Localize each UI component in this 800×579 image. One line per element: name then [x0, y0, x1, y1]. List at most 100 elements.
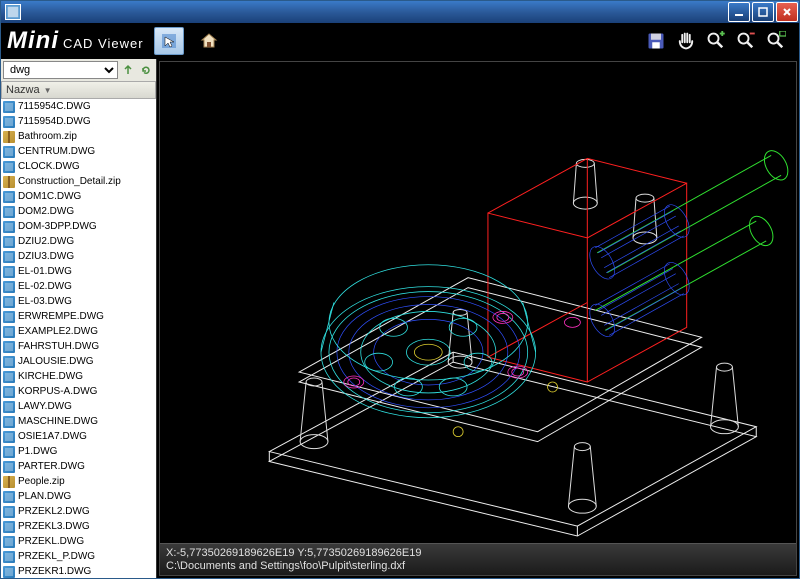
file-item[interactable]: JALOUSIE.DWG — [1, 354, 156, 369]
file-item[interactable]: EL-01.DWG — [1, 264, 156, 279]
file-item[interactable]: CENTRUM.DWG — [1, 144, 156, 159]
file-item[interactable]: KORPUS-A.DWG — [1, 384, 156, 399]
file-item[interactable]: DOM2.DWG — [1, 204, 156, 219]
file-label: DOM2.DWG — [18, 206, 74, 217]
dwg-icon — [3, 566, 15, 578]
viewport: X:-5,77350269189626E19 Y:5,7735026918962… — [159, 61, 797, 576]
cad-canvas[interactable] — [160, 62, 796, 543]
file-label: KORPUS-A.DWG — [18, 386, 97, 397]
file-item[interactable]: PRZEKL2.DWG — [1, 504, 156, 519]
dwg-icon — [3, 371, 15, 383]
file-item[interactable]: PRZEKL_P.DWG — [1, 549, 156, 564]
brand-sub: CAD Viewer — [63, 36, 144, 51]
dwg-icon — [3, 416, 15, 428]
file-item[interactable]: EL-03.DWG — [1, 294, 156, 309]
dwg-icon — [3, 521, 15, 533]
status-coords: X:-5,77350269189626E19 Y:5,7735026918962… — [166, 547, 790, 559]
dwg-icon — [3, 356, 15, 368]
file-item[interactable]: PRZEKL3.DWG — [1, 519, 156, 534]
dwg-icon — [3, 446, 15, 458]
dwg-icon — [3, 221, 15, 233]
file-item[interactable]: DZIU3.DWG — [1, 249, 156, 264]
sidebar: dwg Nazwa 7115954C.DWG 7115954D.DWG Bathro… — [1, 59, 157, 578]
file-item[interactable]: PARTER.DWG — [1, 459, 156, 474]
file-item[interactable]: EL-02.DWG — [1, 279, 156, 294]
refresh-button[interactable] — [138, 62, 154, 78]
file-label: People.zip — [18, 476, 65, 487]
dwg-icon — [3, 161, 15, 173]
file-label: DZIU3.DWG — [18, 251, 74, 262]
up-button[interactable] — [120, 62, 136, 78]
zip-icon — [3, 176, 15, 188]
file-item[interactable]: People.zip — [1, 474, 156, 489]
file-label: 7115954C.DWG — [18, 101, 91, 112]
file-item[interactable]: Bathroom.zip — [1, 129, 156, 144]
file-item[interactable]: P1.DWG — [1, 444, 156, 459]
file-label: PRZEKL_P.DWG — [18, 551, 95, 562]
save-button[interactable] — [645, 30, 667, 52]
file-item[interactable]: KIRCHE.DWG — [1, 369, 156, 384]
file-label: Bathroom.zip — [18, 131, 77, 142]
file-item[interactable]: EXAMPLE2.DWG — [1, 324, 156, 339]
file-label: Construction_Detail.zip — [18, 176, 121, 187]
file-label: PARTER.DWG — [18, 461, 85, 472]
file-label: PRZEKL.DWG — [18, 536, 84, 547]
file-item[interactable]: DOM1C.DWG — [1, 189, 156, 204]
main-area: dwg Nazwa 7115954C.DWG 7115954D.DWG Bathro… — [1, 59, 799, 578]
file-item[interactable]: PRZEKR1.DWG — [1, 564, 156, 578]
file-item[interactable]: Construction_Detail.zip — [1, 174, 156, 189]
close-button[interactable] — [776, 2, 798, 22]
file-type-filter[interactable]: dwg — [3, 61, 118, 79]
home-button[interactable] — [194, 27, 224, 55]
statusbar: X:-5,77350269189626E19 Y:5,7735026918962… — [160, 543, 796, 575]
dwg-icon — [3, 461, 15, 473]
file-item[interactable]: CLOCK.DWG — [1, 159, 156, 174]
file-item[interactable]: OSIE1A7.DWG — [1, 429, 156, 444]
dwg-icon — [3, 191, 15, 203]
zoom-in-button[interactable] — [705, 30, 727, 52]
filelist-header[interactable]: Nazwa — [1, 81, 156, 99]
dwg-icon — [3, 491, 15, 503]
file-label: P1.DWG — [18, 446, 57, 457]
zip-icon — [3, 476, 15, 488]
dwg-icon — [3, 386, 15, 398]
zoom-fit-button[interactable] — [765, 30, 787, 52]
file-label: PRZEKR1.DWG — [18, 566, 91, 577]
file-item[interactable]: FAHRSTUH.DWG — [1, 339, 156, 354]
file-item[interactable]: LAWY.DWG — [1, 399, 156, 414]
dwg-icon — [3, 311, 15, 323]
file-label: CLOCK.DWG — [18, 161, 80, 172]
zoom-out-button[interactable] — [735, 30, 757, 52]
file-item[interactable]: MASCHINE.DWG — [1, 414, 156, 429]
file-item[interactable]: PRZEKL.DWG — [1, 534, 156, 549]
dwg-icon — [3, 551, 15, 563]
file-label: EL-03.DWG — [18, 296, 72, 307]
dwg-icon — [3, 296, 15, 308]
file-label: DZIU2.DWG — [18, 236, 74, 247]
pan-button[interactable] — [675, 30, 697, 52]
right-tools — [645, 30, 793, 52]
file-item[interactable]: 7115954D.DWG — [1, 114, 156, 129]
minimize-button[interactable] — [728, 2, 750, 22]
dwg-icon — [3, 206, 15, 218]
cursor-tool-button[interactable] — [154, 27, 184, 55]
file-label: KIRCHE.DWG — [18, 371, 83, 382]
filelist[interactable]: 7115954C.DWG 7115954D.DWG Bathroom.zip CENT… — [1, 99, 156, 578]
brand-logo: MiniCAD Viewer — [7, 27, 144, 55]
file-label: PRZEKL2.DWG — [18, 506, 90, 517]
file-item[interactable]: 7115954C.DWG — [1, 99, 156, 114]
file-label: EXAMPLE2.DWG — [18, 326, 98, 337]
file-item[interactable]: PLAN.DWG — [1, 489, 156, 504]
status-path: C:\Documents and Settings\foo\Pulpit\ste… — [166, 560, 790, 572]
file-label: ERWREMPE.DWG — [18, 311, 104, 322]
app-window: MiniCAD Viewer dwg Nazwa 7 — [0, 0, 800, 579]
titlebar[interactable] — [1, 1, 799, 23]
dwg-icon — [3, 101, 15, 113]
dwg-icon — [3, 431, 15, 443]
file-item[interactable]: DZIU2.DWG — [1, 234, 156, 249]
maximize-button[interactable] — [752, 2, 774, 22]
file-label: OSIE1A7.DWG — [18, 431, 87, 442]
file-item[interactable]: DOM-3DPP.DWG — [1, 219, 156, 234]
file-label: MASCHINE.DWG — [18, 416, 98, 427]
file-item[interactable]: ERWREMPE.DWG — [1, 309, 156, 324]
